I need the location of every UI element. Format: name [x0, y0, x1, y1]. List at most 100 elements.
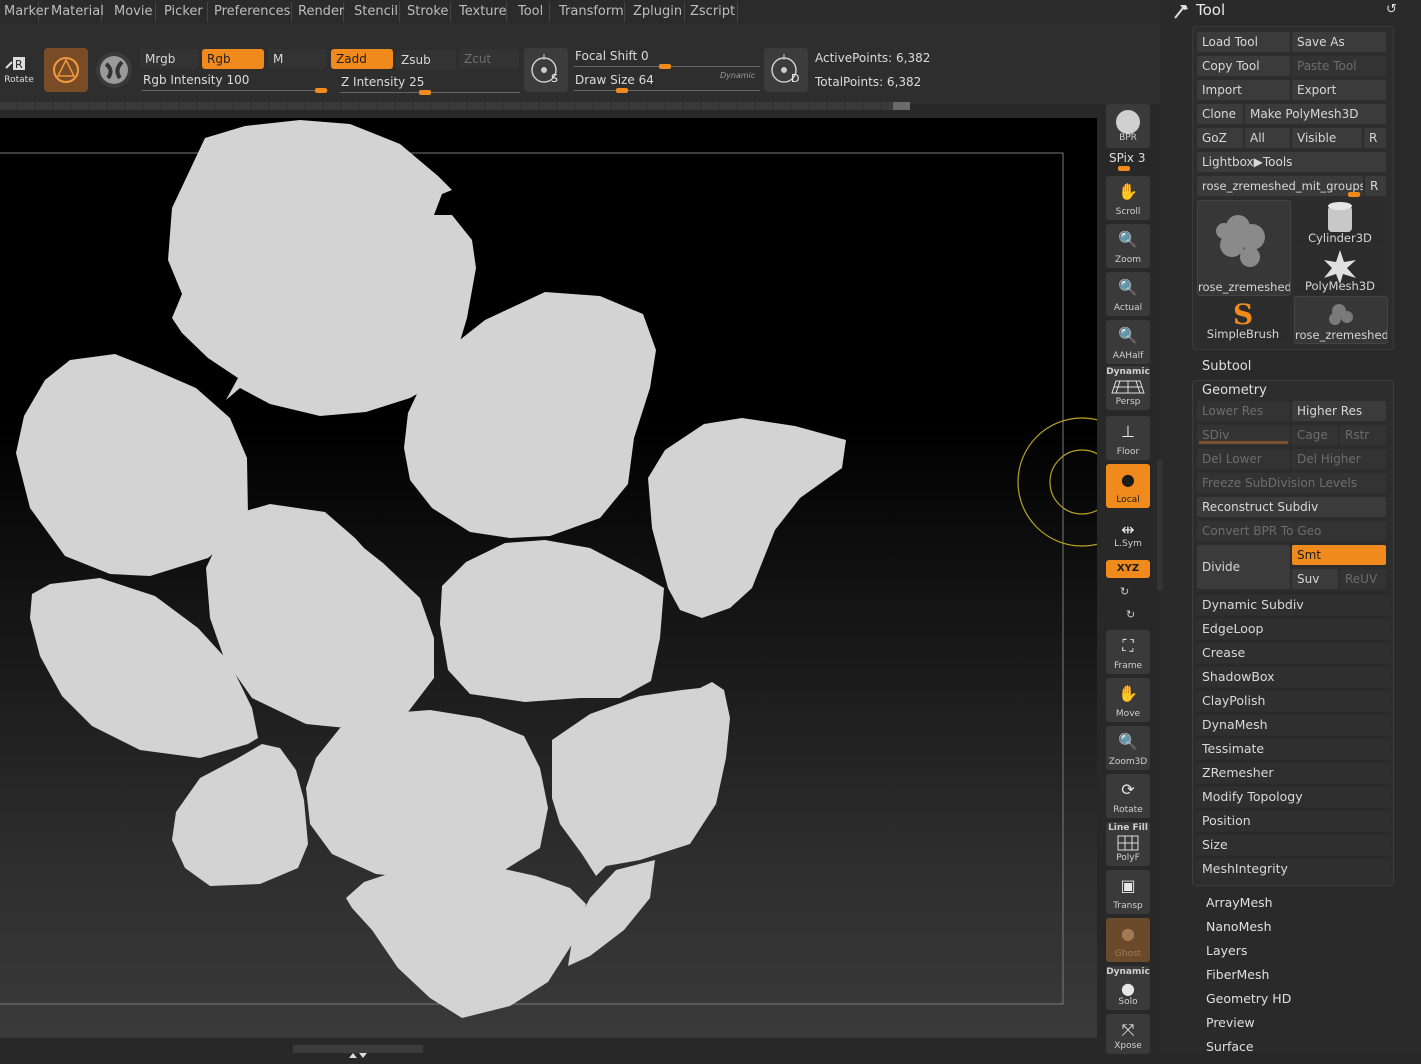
aahalf-button[interactable]: 🔍 AAHalf	[1106, 320, 1150, 364]
geometry-item-modify-topology[interactable]: Modify Topology	[1196, 785, 1390, 807]
persp-button[interactable]: Dynamic Persp	[1106, 366, 1150, 410]
rotate-button[interactable]: R Rotate	[2, 54, 36, 88]
subtool-header[interactable]: Subtool	[1192, 355, 1392, 378]
geometry-item-tessimate[interactable]: Tessimate	[1196, 737, 1390, 759]
current-tool-knob[interactable]	[1348, 192, 1360, 197]
solo-button[interactable]: Dynamic ● Solo	[1106, 966, 1150, 1010]
import-button[interactable]: Import	[1197, 80, 1290, 100]
cage-button[interactable]: Cage	[1292, 425, 1338, 445]
draw-size-knob[interactable]	[616, 88, 628, 93]
bpr-button[interactable]: BPR	[1106, 104, 1150, 148]
ghost-button[interactable]: ● Ghost	[1106, 918, 1150, 962]
tool-thumb-rose[interactable]: rose_zremeshed	[1197, 200, 1291, 296]
geometry-item-shadowbox[interactable]: ShadowBox	[1196, 665, 1390, 687]
section-arraymesh[interactable]: ArrayMesh	[1192, 892, 1392, 914]
document-canvas[interactable]	[0, 118, 1097, 1038]
del-higher-button[interactable]: Del Higher	[1292, 449, 1386, 469]
tool-thumb-rose-2[interactable]: rose_zremeshed	[1294, 296, 1388, 344]
menu-marker[interactable]: Marker	[0, 2, 49, 22]
mesh-viewport[interactable]	[0, 118, 1097, 1038]
section-surface[interactable]: Surface	[1192, 1036, 1392, 1054]
rotate-y-icon[interactable]: ↻	[1120, 585, 1129, 598]
clone-button[interactable]: Clone	[1197, 104, 1243, 124]
current-tool-r-button[interactable]: R	[1365, 176, 1386, 196]
lightbox-tools-button[interactable]: Lightbox▶Tools	[1197, 152, 1386, 172]
suv-button[interactable]: Suv	[1292, 569, 1338, 589]
draw-size-track[interactable]	[574, 90, 760, 91]
xpose-button[interactable]: ⤧ Xpose	[1106, 1014, 1150, 1054]
move-button[interactable]: ✋ Move	[1106, 678, 1150, 722]
geometry-item-size[interactable]: Size	[1196, 833, 1390, 855]
menu-picker[interactable]: Picker	[160, 2, 208, 22]
lsym-button[interactable]: ⇹ L.Sym	[1106, 514, 1150, 552]
sdiv-track[interactable]	[1199, 441, 1288, 444]
goz-r-button[interactable]: R	[1364, 128, 1386, 148]
goz-visible-button[interactable]: Visible	[1292, 128, 1362, 148]
menu-transform[interactable]: Transform	[555, 2, 625, 22]
menu-zscript[interactable]: Zscript	[686, 2, 738, 22]
section-fibermesh[interactable]: FiberMesh	[1192, 964, 1392, 986]
stroke-s-button[interactable]: S	[524, 48, 568, 92]
rgb-intensity-track[interactable]	[142, 90, 328, 91]
geometry-item-position[interactable]: Position	[1196, 809, 1390, 831]
reconstruct-subdiv-button[interactable]: Reconstruct Subdiv	[1197, 497, 1386, 517]
material-button[interactable]	[96, 52, 132, 88]
rgb-intensity-label[interactable]: Rgb Intensity 100	[143, 73, 249, 87]
smt-button[interactable]: Smt	[1292, 545, 1386, 565]
local-button[interactable]: ● Local	[1106, 464, 1150, 508]
lower-res-button[interactable]: Lower Res	[1197, 401, 1290, 421]
geometry-item-dynamic-subdiv[interactable]: Dynamic Subdiv	[1196, 593, 1390, 615]
focal-shift-knob[interactable]	[659, 64, 671, 69]
del-lower-button[interactable]: Del Lower	[1197, 449, 1290, 469]
paste-tool-button[interactable]: Paste Tool	[1292, 56, 1386, 76]
bottom-scroll-strip[interactable]	[293, 1045, 423, 1058]
z-intensity-knob[interactable]	[419, 90, 431, 95]
tool-thumb-cylinder[interactable]: Cylinder3D	[1294, 200, 1386, 246]
menu-stencil[interactable]: Stencil	[350, 2, 400, 22]
section-preview[interactable]: Preview	[1192, 1012, 1392, 1034]
geometry-header[interactable]: Geometry	[1192, 379, 1392, 402]
make-polymesh-button[interactable]: Make PolyMesh3D	[1245, 104, 1386, 124]
geometry-item-claypolish[interactable]: ClayPolish	[1196, 689, 1390, 711]
menu-material[interactable]: Material	[47, 2, 104, 22]
top-scroll-handle[interactable]	[893, 102, 910, 110]
stroke-d-button[interactable]: D	[764, 48, 808, 92]
zadd-button[interactable]: Zadd	[331, 49, 393, 69]
zsub-button[interactable]: Zsub	[396, 50, 456, 70]
spix-knob[interactable]	[1118, 166, 1130, 171]
transp-button[interactable]: ▣ Transp	[1106, 870, 1150, 914]
focal-shift-label[interactable]: Focal Shift 0	[575, 49, 649, 63]
current-tool-slider[interactable]: rose_zremeshed_mit_groups.	[1197, 176, 1363, 196]
geometry-item-zremesher[interactable]: ZRemesher	[1196, 761, 1390, 783]
load-tool-button[interactable]: Load Tool	[1197, 32, 1290, 52]
rgb-intensity-knob[interactable]	[315, 88, 327, 93]
tool-thumb-polymesh[interactable]: PolyMesh3D	[1294, 248, 1386, 294]
zoom3d-button[interactable]: 🔍 Zoom3D	[1106, 726, 1150, 770]
panel-collapse-handle[interactable]	[1157, 460, 1163, 590]
frame-button[interactable]: ⛶ Frame	[1106, 630, 1150, 674]
rotate-z-icon[interactable]: ↻	[1126, 608, 1135, 621]
rgb-button[interactable]: Rgb	[202, 49, 264, 69]
save-as-button[interactable]: Save As	[1292, 32, 1386, 52]
rotate-view-button[interactable]: ⟳ Rotate	[1106, 774, 1150, 818]
zcut-button[interactable]: Zcut	[459, 49, 519, 69]
geometry-item-meshintegrity[interactable]: MeshIntegrity	[1196, 857, 1390, 879]
menu-tool[interactable]: Tool	[514, 2, 550, 22]
freeze-subdiv-button[interactable]: Freeze SubDivision Levels	[1197, 473, 1386, 493]
xyz-button[interactable]: XYZ	[1106, 560, 1150, 578]
copy-tool-button[interactable]: Copy Tool	[1197, 56, 1290, 76]
refresh-icon[interactable]: ↺	[1386, 2, 1397, 17]
section-geometry-hd[interactable]: Geometry HD	[1192, 988, 1392, 1010]
menu-movie[interactable]: Movie	[110, 2, 156, 22]
geometry-item-edgeloop[interactable]: EdgeLoop	[1196, 617, 1390, 639]
goz-all-button[interactable]: All	[1245, 128, 1290, 148]
zoom-button[interactable]: 🔍 Zoom	[1106, 224, 1150, 268]
convert-bpr-button[interactable]: Convert BPR To Geo	[1197, 521, 1386, 541]
draw-size-label[interactable]: Draw Size 64	[575, 73, 654, 87]
dynamic-size-toggle[interactable]: Dynamic	[720, 71, 755, 80]
menu-zplugin[interactable]: Zplugin	[629, 2, 685, 22]
m-button[interactable]: M	[268, 49, 326, 69]
z-intensity-label[interactable]: Z Intensity 25	[341, 75, 424, 89]
spix-control[interactable]: SPix 3	[1109, 151, 1146, 165]
draw-mode-button[interactable]	[44, 48, 88, 92]
